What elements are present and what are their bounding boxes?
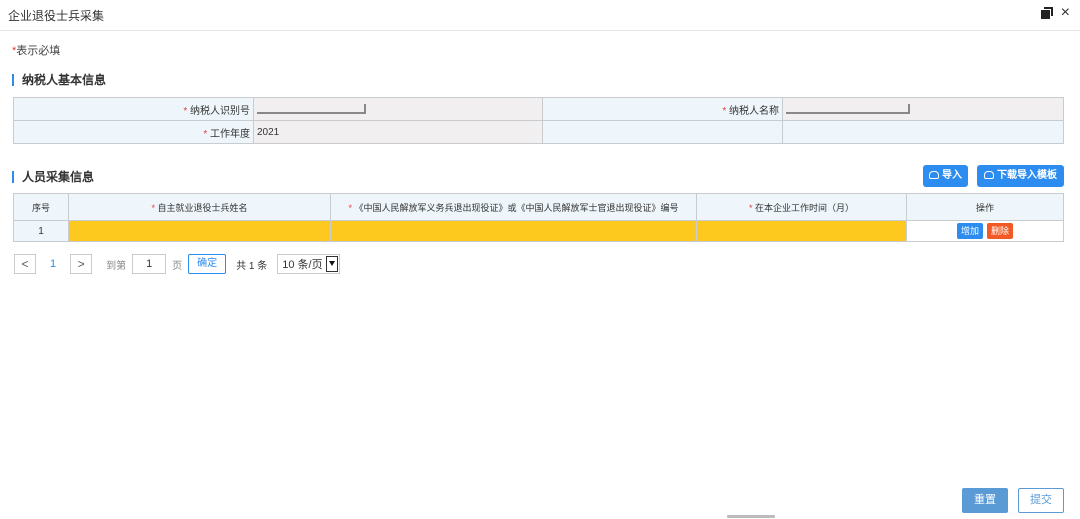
download-template-button[interactable]: 下载导入模板: [977, 165, 1064, 187]
cloud-download-icon: [984, 171, 994, 180]
submit-button[interactable]: 提交: [1018, 488, 1064, 513]
cloud-upload-icon: [929, 171, 939, 180]
certificate-input-cell[interactable]: [330, 220, 697, 242]
goto-page-input[interactable]: [132, 254, 167, 274]
required-note: *表示必填: [12, 42, 60, 58]
scroll-handle[interactable]: [727, 515, 775, 518]
personnel-title: 人员采集信息: [12, 171, 94, 183]
col-index: 序号: [13, 193, 69, 221]
row-actions: 增加 删除: [906, 220, 1064, 242]
page-unit-label: 页: [172, 260, 183, 272]
confirm-goto-button[interactable]: 确定: [188, 254, 227, 274]
basic-info-title: 纳税人基本信息: [12, 74, 106, 86]
taxpayer-name-value: [782, 97, 1064, 121]
page-size-select[interactable]: 10 条/页: [277, 254, 340, 274]
basic-info-table: * 纳税人识别号 * 纳税人名称 * 工作年度 2021: [13, 97, 1064, 144]
restore-icon[interactable]: [1040, 7, 1053, 19]
window-controls: ×: [1040, 5, 1070, 21]
add-row-button[interactable]: 增加: [956, 223, 983, 239]
next-page-button[interactable]: >: [70, 254, 93, 274]
import-button[interactable]: 导入: [923, 165, 968, 187]
goto-label: 到第: [106, 260, 127, 272]
col-name: * 自主就业退役士兵姓名: [68, 193, 331, 221]
window-title: 企业退役士兵采集: [8, 9, 105, 23]
work-year-value: 2021: [253, 120, 543, 144]
col-actions: 操作: [906, 193, 1064, 221]
pagination: < 1 > 到第 页 确定 共 1 条 10 条/页: [14, 253, 340, 275]
personnel-table: 序号 * 自主就业退役士兵姓名 * 《中国人民解放军义务兵退出现役证》或《中国人…: [13, 193, 1064, 242]
chevron-down-icon: [325, 256, 338, 272]
empty-cell: [782, 120, 1064, 144]
close-icon[interactable]: ×: [1061, 5, 1070, 21]
name-input-cell[interactable]: [68, 220, 331, 242]
table-row: 1 增加 删除: [13, 220, 1064, 242]
reset-button[interactable]: 重置: [962, 488, 1008, 513]
work-year-label-cell: * 工作年度: [13, 120, 254, 144]
masked-value: [257, 103, 366, 114]
page-number[interactable]: 1: [50, 258, 56, 270]
title-bar: 企业退役士兵采集 ×: [0, 0, 1080, 31]
total-count: 共 1 条: [236, 260, 268, 272]
col-certificate: * 《中国人民解放军义务兵退出现役证》或《中国人民解放军士官退出现役证》编号: [330, 193, 697, 221]
masked-value: [786, 103, 910, 114]
prev-page-button[interactable]: <: [14, 254, 36, 274]
empty-cell: [542, 120, 783, 144]
taxpayer-id-label: 纳税人识别号: [190, 105, 250, 117]
taxpayer-name-label-cell: * 纳税人名称: [542, 97, 783, 121]
taxpayer-id-value: [253, 97, 543, 121]
required-note-text: 表示必填: [16, 45, 61, 57]
taxpayer-name-label: 纳税人名称: [729, 105, 779, 117]
taxpayer-id-label-cell: * 纳税人识别号: [13, 97, 254, 121]
delete-row-button[interactable]: 删除: [987, 223, 1014, 239]
work-year-label: 工作年度: [210, 128, 250, 140]
work-months-input-cell[interactable]: [696, 220, 907, 242]
col-work-months: * 在本企业工作时间（月）: [696, 193, 907, 221]
row-index: 1: [13, 220, 69, 242]
